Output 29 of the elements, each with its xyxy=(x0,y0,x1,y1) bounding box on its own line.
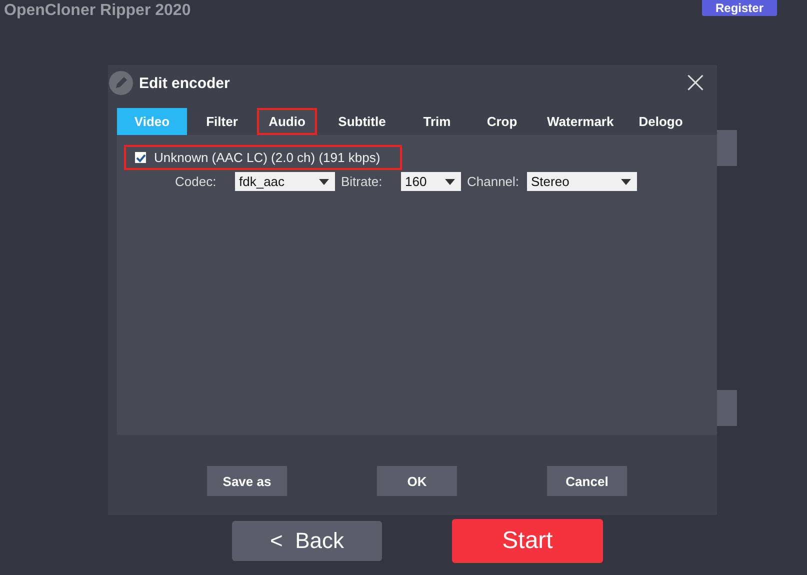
dialog-button[interactable]: OK xyxy=(377,466,457,496)
caret-icon xyxy=(621,178,631,184)
start-button[interactable]: Start xyxy=(452,519,603,563)
track-label: Unknown (AAC LC) (2.0 ch) (191 kbps) xyxy=(154,150,380,165)
close-button[interactable]: × xyxy=(676,70,714,96)
caret-icon xyxy=(445,178,455,184)
side-handle[interactable] xyxy=(717,390,737,426)
app-title: OpenCloner Ripper 2020 xyxy=(4,1,191,21)
dialog-title: Edit encoder xyxy=(139,74,230,92)
dropdown[interactable]: Stereo xyxy=(527,172,637,191)
tab[interactable]: Audio xyxy=(257,108,317,135)
setting-label: Channel: xyxy=(467,174,520,189)
dialog-button[interactable]: Cancel xyxy=(547,466,627,496)
dialog-button[interactable]: Save as xyxy=(207,466,287,496)
tab[interactable]: Watermark xyxy=(537,108,624,135)
dropdown[interactable]: 160 xyxy=(401,172,461,191)
tab[interactable]: Crop xyxy=(472,108,532,135)
back-button[interactable]: < Back xyxy=(232,521,382,561)
setting-label: Bitrate: xyxy=(341,174,384,189)
caret-icon xyxy=(319,178,329,184)
side-handle[interactable] xyxy=(717,130,737,166)
tab[interactable]: Trim xyxy=(407,108,467,135)
checkbox[interactable] xyxy=(135,152,146,163)
setting-label: Codec: xyxy=(175,174,218,189)
tab[interactable]: Delogo xyxy=(628,108,693,135)
tab[interactable]: Subtitle xyxy=(322,108,402,135)
register-button[interactable]: Register xyxy=(702,0,777,16)
tab[interactable]: Filter xyxy=(192,108,252,135)
dropdown[interactable]: fdk_aac xyxy=(235,172,335,191)
